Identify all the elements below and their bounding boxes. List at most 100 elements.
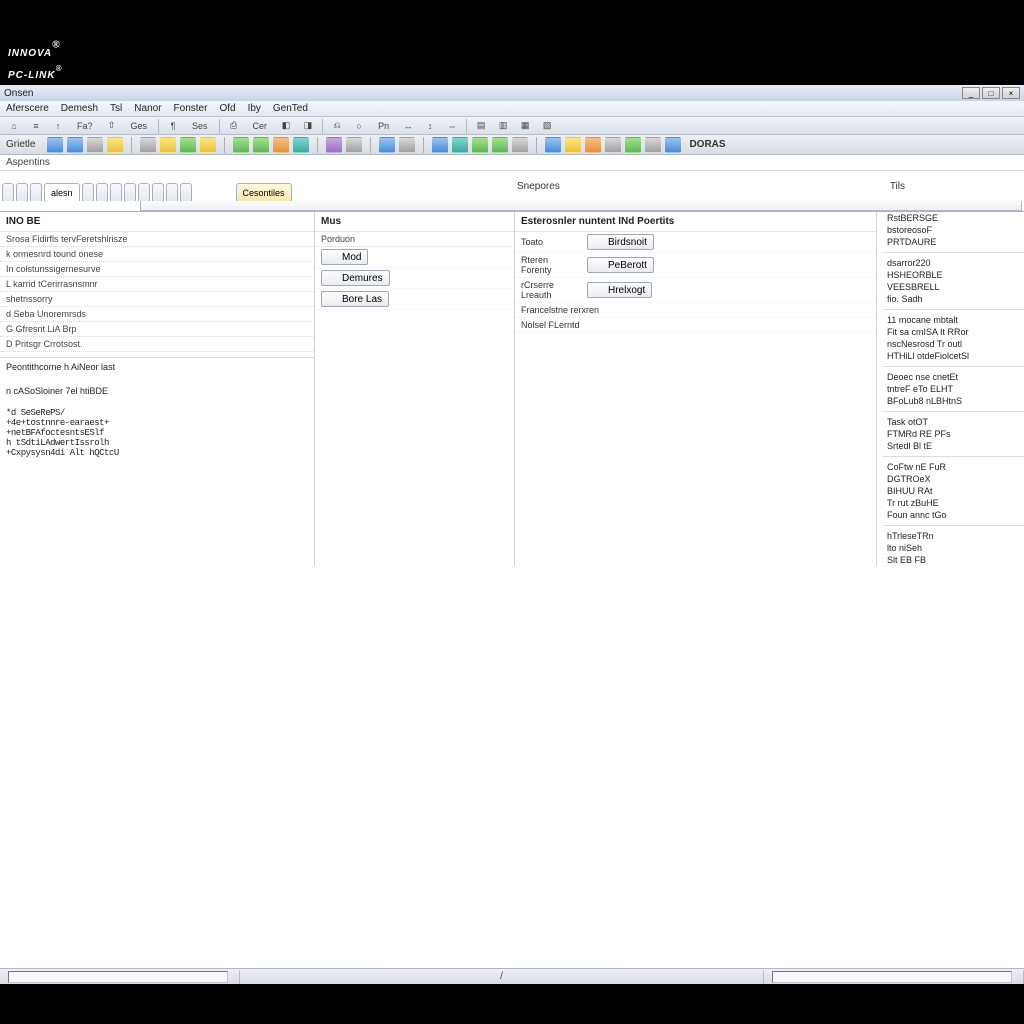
toolbar2-icon-1[interactable] [67,137,83,153]
right-item-group7-0[interactable]: hTrleseTRn [883,530,1024,542]
toolbar2-icon-8[interactable] [200,137,216,153]
right-item-group2-2[interactable]: VEESBRELL [883,281,1024,293]
right-item-group2-3[interactable]: fio. Sadh [883,293,1024,305]
toolbar2-icon-33[interactable] [665,137,681,153]
toolbar2-icon-24[interactable] [492,137,508,153]
toolbar-button-17[interactable]: Pn [373,119,394,133]
right-item-group5-2[interactable]: Srtedl Bl tE [883,440,1024,452]
toolbar-button-20[interactable]: ⇔ [444,119,460,133]
maximize-button[interactable]: □ [982,87,1000,99]
toolbar2-icon-13[interactable] [293,137,309,153]
mid1-button-1[interactable]: Demures [321,270,390,286]
menu-item-6[interactable]: Iby [248,103,261,114]
toolbar-button-4[interactable]: ⇧ [104,119,120,133]
toolbar-button-3[interactable]: Fa? [72,119,98,133]
mid1-button-2[interactable]: Bore Las [321,291,389,307]
toolbar-button-23[interactable]: ▥ [495,119,511,133]
mid1-button-0[interactable]: Mod [321,249,368,265]
right-item-group5-1[interactable]: FTMRd RE PFs [883,428,1024,440]
mid2-button-2[interactable]: Hrelxogt [587,282,652,298]
right-item-group2-0[interactable]: dsarror220 [883,257,1024,269]
right-item-group3-0[interactable]: 11 mocane mbtalt [883,314,1024,326]
toolbar-button-13[interactable]: ◨ [300,119,316,133]
toolbar-button-8[interactable]: Ses [187,119,213,133]
toolbar2-icon-23[interactable] [472,137,488,153]
toolbar-button-12[interactable]: ◧ [278,119,294,133]
toolbar-button-16[interactable]: ○ [351,119,367,133]
toolbar-button-19[interactable]: ↕ [422,119,438,133]
toolbar-button-1[interactable]: ≡ [28,119,44,133]
right-item-group1-1[interactable]: bstoreosoF [883,224,1024,236]
right-item-group6-3[interactable]: Tr rut zBuHE [883,497,1024,509]
right-item-group6-1[interactable]: DGTROeX [883,473,1024,485]
right-item-group6-0[interactable]: CoFtw nE FuR [883,461,1024,473]
toolbar2-icon-21[interactable] [432,137,448,153]
toolbar2-icon-18[interactable] [379,137,395,153]
close-button[interactable]: × [1002,87,1020,99]
left-item-3[interactable]: shetnssorry [0,292,314,307]
toolbar-button-2[interactable]: ↑ [50,119,66,133]
statusbar-input1[interactable] [8,971,228,983]
mid2-button-1[interactable]: PeBerott [587,257,654,273]
toolbar2-icon-22[interactable] [452,137,468,153]
toolbar-button-24[interactable]: ▦ [517,119,533,133]
right-item-group3-1[interactable]: Fit sa cmISA It RRor [883,326,1024,338]
toolbar-button-7[interactable]: ¶ [165,119,181,133]
right-item-group3-2[interactable]: nscNesrosd Tr outl [883,338,1024,350]
menu-item-7[interactable]: GenTed [273,103,308,114]
mid2-button-0[interactable]: Birdsnoit [587,234,654,250]
toolbar2-icon-25[interactable] [512,137,528,153]
toolbar2-icon-30[interactable] [605,137,621,153]
right-item-group6-2[interactable]: BIHUU RAt [883,485,1024,497]
left-item-6[interactable]: D Pritsgr Crrotsost. [0,337,314,352]
toolbar2-icon-7[interactable] [180,137,196,153]
statusbar-input2[interactable] [772,971,1012,983]
toolbar2-icon-32[interactable] [645,137,661,153]
toolbar-button-5[interactable]: Ges [126,119,153,133]
menu-item-1[interactable]: Demesh [61,103,98,114]
left-item-1[interactable]: In colstunssigernesurve [0,262,314,277]
menu-item-2[interactable]: Tsl [110,103,122,114]
toolbar-button-10[interactable]: ⎙ [226,119,242,133]
menu-item-5[interactable]: Ofd [219,103,235,114]
minimize-button[interactable]: _ [962,87,980,99]
toolbar2-icon-27[interactable] [545,137,561,153]
toolbar2-icon-31[interactable] [625,137,641,153]
menu-item-3[interactable]: Nanor [134,103,161,114]
toolbar-button-11[interactable]: Cer [248,119,273,133]
toolbar-button-18[interactable]: ↔ [400,119,416,133]
left-item-2[interactable]: L karrid tCerirrasnsmnr [0,277,314,292]
left-item-5[interactable]: G Gfresnt LiA Brp [0,322,314,337]
toolbar2-icon-12[interactable] [273,137,289,153]
right-item-group2-1[interactable]: HSHEORBLE [883,269,1024,281]
right-item-group5-0[interactable]: Task otOT [883,416,1024,428]
toolbar2-icon-10[interactable] [233,137,249,153]
right-item-group3-3[interactable]: HTHiLl otdeFiolcetSl [883,350,1024,362]
right-item-group4-2[interactable]: BFoLub8 nLBHtnS [883,395,1024,407]
right-item-group7-2[interactable]: Slt EB FB [883,554,1024,566]
right-item-group4-0[interactable]: Deoec nse cnetEt [883,371,1024,383]
right-item-group1-2[interactable]: PRTDAURE [883,236,1024,248]
right-item-group4-1[interactable]: tntreF eTo ELHT [883,383,1024,395]
toolbar2-icon-15[interactable] [326,137,342,153]
toolbar2-icon-0[interactable] [47,137,63,153]
toolbar-button-15[interactable]: ⎌ [329,119,345,133]
toolbar-button-25[interactable]: ▧ [539,119,555,133]
menu-item-4[interactable]: Fonster [174,103,208,114]
toolbar-button-0[interactable]: ⌂ [6,119,22,133]
toolbar2-icon-6[interactable] [160,137,176,153]
toolbar2-icon-11[interactable] [253,137,269,153]
toolbar2-icon-19[interactable] [399,137,415,153]
right-item-group7-1[interactable]: lto niSeh [883,542,1024,554]
toolbar-button-22[interactable]: ▤ [473,119,489,133]
right-item-group1-0[interactable]: RstBERSGE [883,212,1024,224]
left-item-0[interactable]: k ormesnrd tound onese [0,247,314,262]
menu-item-0[interactable]: Aferscere [6,103,49,114]
toolbar2-icon-29[interactable] [585,137,601,153]
left-item-4[interactable]: d Seba Unoremrsds [0,307,314,322]
toolbar2-icon-2[interactable] [87,137,103,153]
toolbar2-icon-5[interactable] [140,137,156,153]
toolbar2-icon-16[interactable] [346,137,362,153]
right-item-group6-4[interactable]: Foun annc tGo [883,509,1024,521]
toolbar2-icon-28[interactable] [565,137,581,153]
